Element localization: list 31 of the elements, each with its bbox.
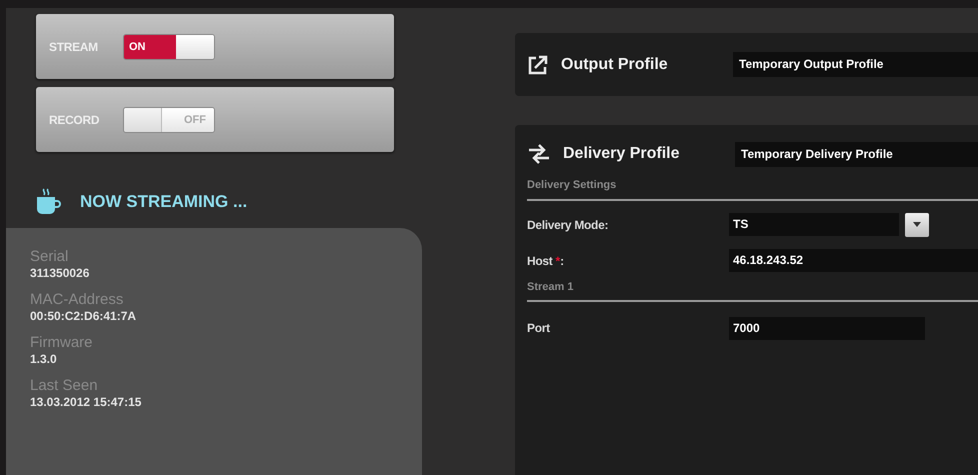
dropdown-button[interactable] (905, 212, 929, 236)
info-label: MAC-Address (30, 291, 124, 308)
info-label: Serial (30, 248, 70, 265)
info-value: 1.3.0 (30, 351, 58, 367)
toggle-label: STREAM (49, 38, 99, 56)
section-heading: Stream 1 (527, 278, 978, 302)
info-value: 13.03.2012 15:47:15 (30, 394, 142, 410)
info-label: Firmware (30, 334, 94, 351)
input-field[interactable]: Temporary Output Profile (733, 52, 978, 77)
select-field[interactable]: TS (729, 213, 899, 236)
toggle-switch[interactable]: ON (123, 34, 215, 60)
info-value: 00:50:C2:D6:41:7A (30, 308, 138, 324)
status-text: NOW STREAMING ... (80, 191, 248, 214)
panel-title: Output Profile (561, 54, 669, 74)
field-label: Delivery Mode: (527, 216, 608, 234)
section-heading: Delivery Settings (527, 177, 978, 200)
panel-title: Delivery Profile (563, 144, 680, 164)
caret-icon (913, 222, 921, 227)
field-label: Port (527, 320, 550, 337)
coffee-cup-icon (36, 188, 62, 216)
input-field[interactable]: 46.18.243.52 (729, 249, 978, 272)
field-label: Host (527, 252, 552, 270)
toggle-label: RECORD (49, 112, 100, 128)
info-label: Last Seen (30, 377, 99, 394)
required-mark: * (555, 252, 560, 270)
input-field[interactable]: Temporary Delivery Profile (735, 142, 978, 166)
swap-arrows-icon (527, 143, 551, 165)
external-link-icon (527, 54, 549, 76)
input-field[interactable]: 7000 (729, 316, 925, 340)
label-colon: : (560, 252, 564, 270)
info-value: 311350026 (30, 265, 90, 281)
